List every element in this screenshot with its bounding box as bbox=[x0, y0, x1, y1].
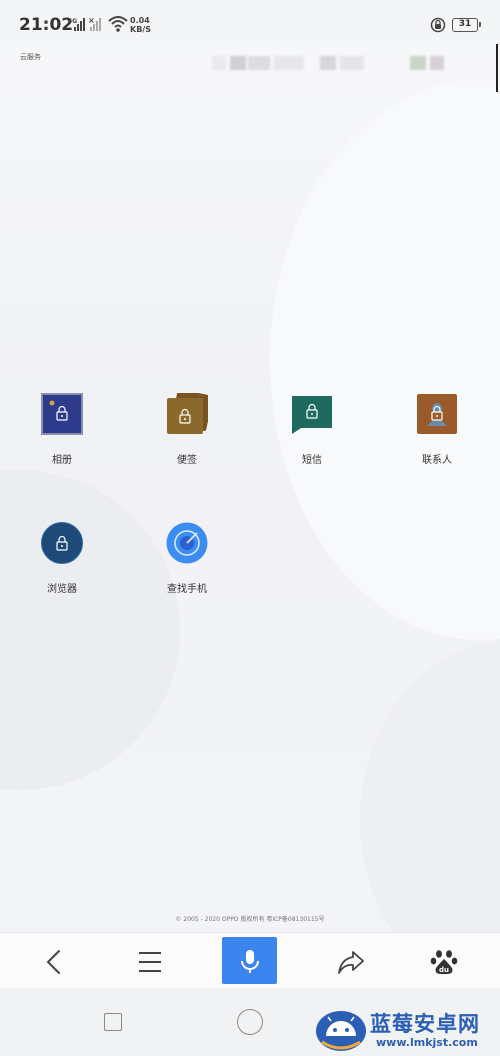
app-label: 浏览器 bbox=[47, 584, 77, 595]
app-contacts[interactable]: 联系人 bbox=[387, 393, 487, 483]
chevron-left-icon bbox=[46, 950, 60, 974]
voice-search-button[interactable] bbox=[222, 937, 277, 984]
baidu-button[interactable]: du bbox=[416, 936, 472, 984]
cellular-signal-icon: 4G × bbox=[68, 16, 101, 31]
android-logo-icon bbox=[316, 1011, 366, 1051]
app-messages[interactable]: 短信 bbox=[262, 393, 362, 483]
share-button[interactable] bbox=[322, 936, 378, 984]
contacts-icon bbox=[417, 394, 457, 434]
share-icon bbox=[338, 951, 364, 974]
wifi-icon bbox=[108, 16, 128, 32]
find-phone-icon bbox=[166, 522, 208, 564]
app-find-phone[interactable]: 查找手机 bbox=[137, 522, 237, 612]
app-label: 查找手机 bbox=[167, 584, 207, 595]
app-browser[interactable]: 浏览器 bbox=[12, 522, 112, 612]
watermark-url: www.lmkjst.com bbox=[376, 1036, 478, 1049]
recent-apps-button[interactable] bbox=[104, 1013, 122, 1031]
notes-icon bbox=[167, 393, 208, 434]
browser-icon bbox=[41, 522, 83, 564]
svg-text:du: du bbox=[439, 966, 449, 974]
site-watermark: 蓝莓安卓网 www.lmkjst.com bbox=[310, 998, 500, 1056]
menu-button[interactable] bbox=[122, 936, 178, 984]
edge-indicator bbox=[496, 44, 498, 92]
app-gallery[interactable]: 相册 bbox=[12, 393, 112, 483]
background-shape bbox=[270, 80, 500, 640]
app-label: 短信 bbox=[302, 455, 322, 466]
gallery-icon bbox=[41, 393, 83, 435]
background-shape bbox=[0, 470, 180, 790]
cloud-service-page: 云服务 相册 便签 短信 联系人 浏览器 查找手机 © 2005 - 2020 … bbox=[0, 40, 500, 932]
network-type: 4G bbox=[68, 18, 77, 25]
app-label: 便签 bbox=[177, 455, 197, 466]
browser-toolbar: du bbox=[0, 932, 500, 988]
network-speed: 0.04 KB/S bbox=[130, 16, 160, 34]
speed-value: 0.04 bbox=[130, 16, 150, 25]
back-button[interactable] bbox=[26, 936, 82, 984]
menu-icon bbox=[139, 952, 161, 972]
app-label: 相册 bbox=[52, 455, 72, 466]
status-bar: 21:02 4G × 0.04 KB/S 31 bbox=[0, 0, 500, 40]
home-button[interactable] bbox=[237, 1009, 263, 1035]
app-label: 联系人 bbox=[422, 455, 452, 466]
system-nav-bar: 蓝莓安卓网 www.lmkjst.com bbox=[0, 988, 500, 1056]
background-shape bbox=[360, 640, 500, 932]
copyright-text: © 2005 - 2020 OPPO 版权所有 粤ICP备08130115号 bbox=[175, 916, 325, 923]
microphone-icon bbox=[241, 950, 259, 973]
watermark-title: 蓝莓安卓网 bbox=[370, 1012, 480, 1036]
svg-text:×: × bbox=[88, 16, 95, 25]
messages-icon bbox=[292, 396, 332, 434]
baidu-paw-icon: du bbox=[430, 950, 458, 974]
speed-unit: KB/S bbox=[130, 25, 151, 34]
battery-icon: 31 bbox=[452, 18, 481, 32]
cloud-service-title: 云服务 bbox=[20, 53, 41, 61]
account-info-blurred[interactable] bbox=[212, 52, 452, 74]
rotation-lock-icon bbox=[430, 17, 446, 33]
status-time: 21:02 bbox=[19, 15, 74, 35]
app-notes[interactable]: 便签 bbox=[137, 393, 237, 483]
